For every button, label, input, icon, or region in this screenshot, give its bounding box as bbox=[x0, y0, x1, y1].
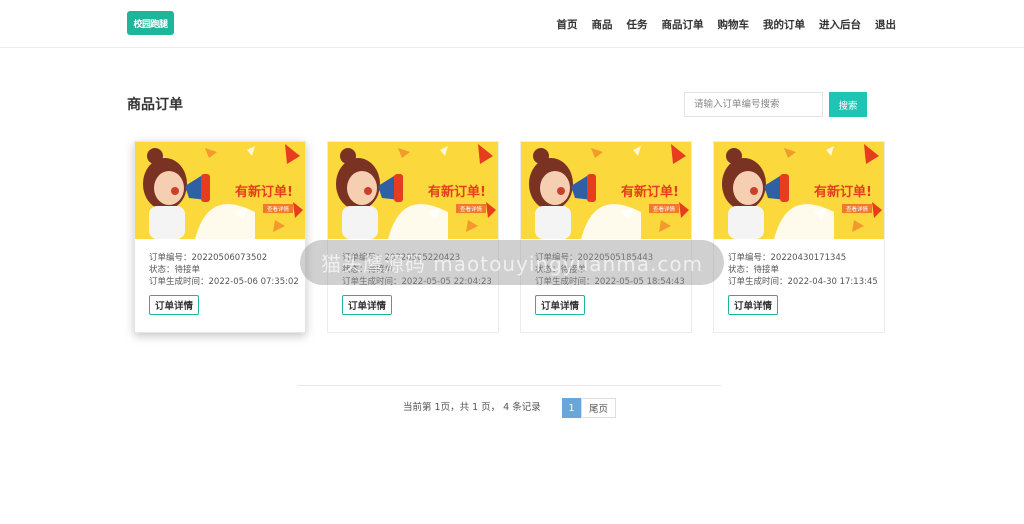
banner-headline: 有新订单! bbox=[428, 184, 486, 200]
order-status: 状态：待接单 bbox=[149, 265, 201, 275]
banner-headline: 有新订单! bbox=[814, 184, 872, 200]
order-detail-button[interactable]: 订单详情 bbox=[728, 295, 779, 315]
order-detail-button[interactable]: 订单详情 bbox=[535, 295, 586, 315]
pagination-summary: 当前第 1页，共 1 页， 4 条记录 bbox=[403, 402, 541, 413]
order-search-input[interactable] bbox=[684, 92, 823, 117]
banner-subtext: 查看详情 bbox=[846, 205, 869, 213]
last-page-button[interactable]: 尾页 bbox=[581, 398, 616, 418]
site-logo[interactable]: 校园跑腿 bbox=[127, 11, 174, 35]
page-title: 商品订单 bbox=[127, 97, 183, 113]
order-card-info: 订单编号：20220430171345 状态：待接单 订单生成时间：2022-0… bbox=[728, 252, 878, 288]
order-card[interactable]: 有新订单! 查看详情 订单编号：20220505220423 状态：待接单 订单… bbox=[327, 141, 499, 333]
order-created-time: 订单生成时间：2022-05-06 07:35:02 bbox=[149, 277, 299, 287]
order-card[interactable]: 有新订单! 查看详情 订单编号：20220430171345 状态：待接单 订单… bbox=[713, 141, 885, 333]
order-detail-button[interactable]: 订单详情 bbox=[149, 295, 200, 315]
banner-subtext: 查看详情 bbox=[653, 205, 676, 213]
order-number: 订单编号：20220430171345 bbox=[728, 253, 847, 263]
banner-subtext: 查看详情 bbox=[460, 205, 483, 213]
nav-cart[interactable]: 购物车 bbox=[718, 17, 750, 32]
main-nav: 首页 商品 任务 商品订单 购物车 我的订单 进入后台 退出 bbox=[557, 0, 897, 48]
nav-home[interactable]: 首页 bbox=[557, 17, 578, 32]
order-status: 状态：待接单 bbox=[728, 265, 780, 275]
watermark: 猫头鹰源码 maotouyingyuanma.com bbox=[300, 240, 724, 285]
order-card-image[interactable]: 有新订单! 查看详情 bbox=[135, 142, 305, 239]
nav-tasks[interactable]: 任务 bbox=[627, 17, 648, 32]
nav-my-orders[interactable]: 我的订单 bbox=[763, 17, 805, 32]
order-card[interactable]: 有新订单! 查看详情 订单编号：20220506073502 状态：待接单 订单… bbox=[134, 141, 306, 333]
pagination-divider bbox=[297, 385, 721, 386]
nav-admin[interactable]: 进入后台 bbox=[819, 17, 861, 32]
top-navbar: 校园跑腿 首页 商品 任务 商品订单 购物车 我的订单 进入后台 退出 bbox=[0, 0, 1024, 48]
new-order-banner-image: 有新订单! 查看详情 bbox=[328, 142, 498, 239]
nav-products[interactable]: 商品 bbox=[592, 17, 613, 32]
nav-product-orders[interactable]: 商品订单 bbox=[662, 17, 704, 32]
order-card-image[interactable]: 有新订单! 查看详情 bbox=[328, 142, 498, 239]
banner-subtext: 查看详情 bbox=[267, 205, 290, 213]
new-order-banner-image: 有新订单! 查看详情 bbox=[135, 142, 305, 239]
banner-headline: 有新订单! bbox=[235, 184, 293, 200]
order-card-image[interactable]: 有新订单! 查看详情 bbox=[521, 142, 691, 239]
order-detail-button[interactable]: 订单详情 bbox=[342, 295, 393, 315]
nav-logout[interactable]: 退出 bbox=[875, 17, 896, 32]
new-order-banner-image: 有新订单! 查看详情 bbox=[714, 142, 884, 239]
order-number: 订单编号：20220506073502 bbox=[149, 253, 268, 263]
order-card[interactable]: 有新订单! 查看详情 订单编号：20220505185443 状态：待接单 订单… bbox=[520, 141, 692, 333]
page-number-current[interactable]: 1 bbox=[562, 398, 581, 418]
banner-headline: 有新订单! bbox=[621, 184, 679, 200]
order-card-info: 订单编号：20220506073502 状态：待接单 订单生成时间：2022-0… bbox=[149, 252, 299, 288]
order-created-time: 订单生成时间：2022-04-30 17:13:45 bbox=[728, 277, 878, 287]
order-card-image[interactable]: 有新订单! 查看详情 bbox=[714, 142, 884, 239]
search-button[interactable]: 搜索 bbox=[829, 92, 867, 117]
new-order-banner-image: 有新订单! 查看详情 bbox=[521, 142, 691, 239]
